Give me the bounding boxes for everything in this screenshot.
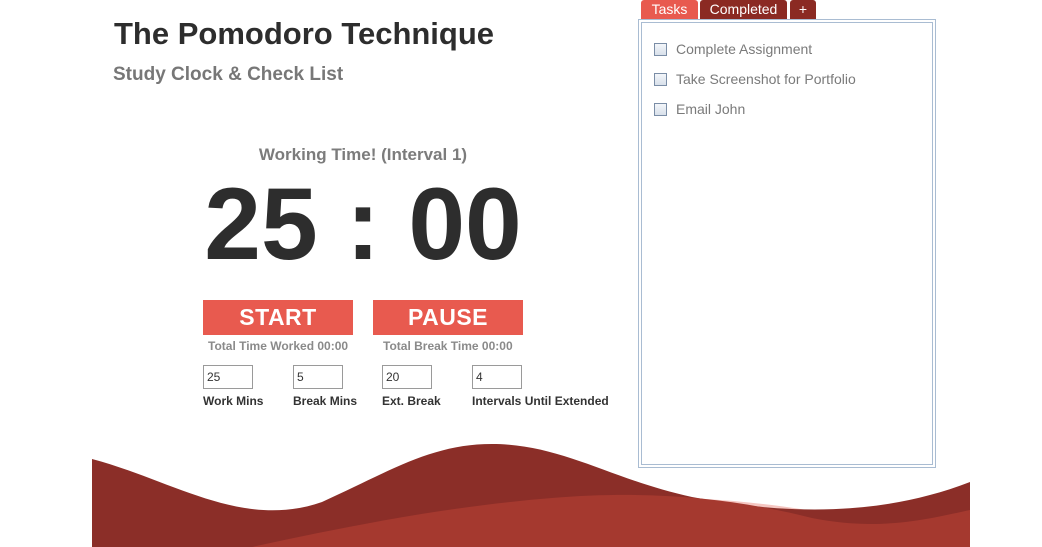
- total-time-worked: Total Time Worked 00:00: [208, 339, 349, 353]
- tab-completed[interactable]: Completed: [700, 0, 787, 19]
- ext-break-label: Ext. Break: [382, 394, 441, 408]
- task-label: Email John: [676, 101, 746, 117]
- task-item[interactable]: Email John: [654, 100, 745, 118]
- tab-tasks[interactable]: Tasks: [641, 0, 698, 19]
- ext-break-input[interactable]: [382, 365, 432, 389]
- task-checkbox[interactable]: [654, 102, 667, 116]
- page-title: The Pomodoro Technique: [114, 16, 495, 51]
- intervals-until-extended-input[interactable]: [472, 365, 522, 389]
- work-mins-label: Work Mins: [203, 394, 264, 408]
- start-button[interactable]: START: [203, 300, 353, 335]
- break-mins-input[interactable]: [293, 365, 343, 389]
- timer-status-label: Working Time! (Interval 1): [258, 145, 468, 164]
- pause-button[interactable]: PAUSE: [373, 300, 523, 335]
- task-list-panel-inner: [641, 22, 933, 465]
- task-label: Complete Assignment: [676, 41, 813, 57]
- work-mins-input[interactable]: [203, 365, 253, 389]
- task-checkbox[interactable]: [654, 42, 667, 56]
- tab-add-list[interactable]: +: [790, 0, 816, 19]
- task-item[interactable]: Take Screenshot for Portfolio: [654, 70, 856, 88]
- wave-footer-decoration: [92, 444, 970, 547]
- intervals-until-extended-label: Intervals Until Extended: [472, 394, 609, 408]
- page-subtitle: Study Clock & Check List: [113, 64, 344, 85]
- total-break-time: Total Break Time 00:00: [383, 339, 513, 353]
- task-label: Take Screenshot for Portfolio: [676, 71, 856, 87]
- break-mins-label: Break Mins: [293, 394, 358, 408]
- task-checkbox[interactable]: [654, 72, 667, 86]
- task-item[interactable]: Complete Assignment: [654, 40, 812, 58]
- timer-display: 25 : 00: [204, 167, 522, 281]
